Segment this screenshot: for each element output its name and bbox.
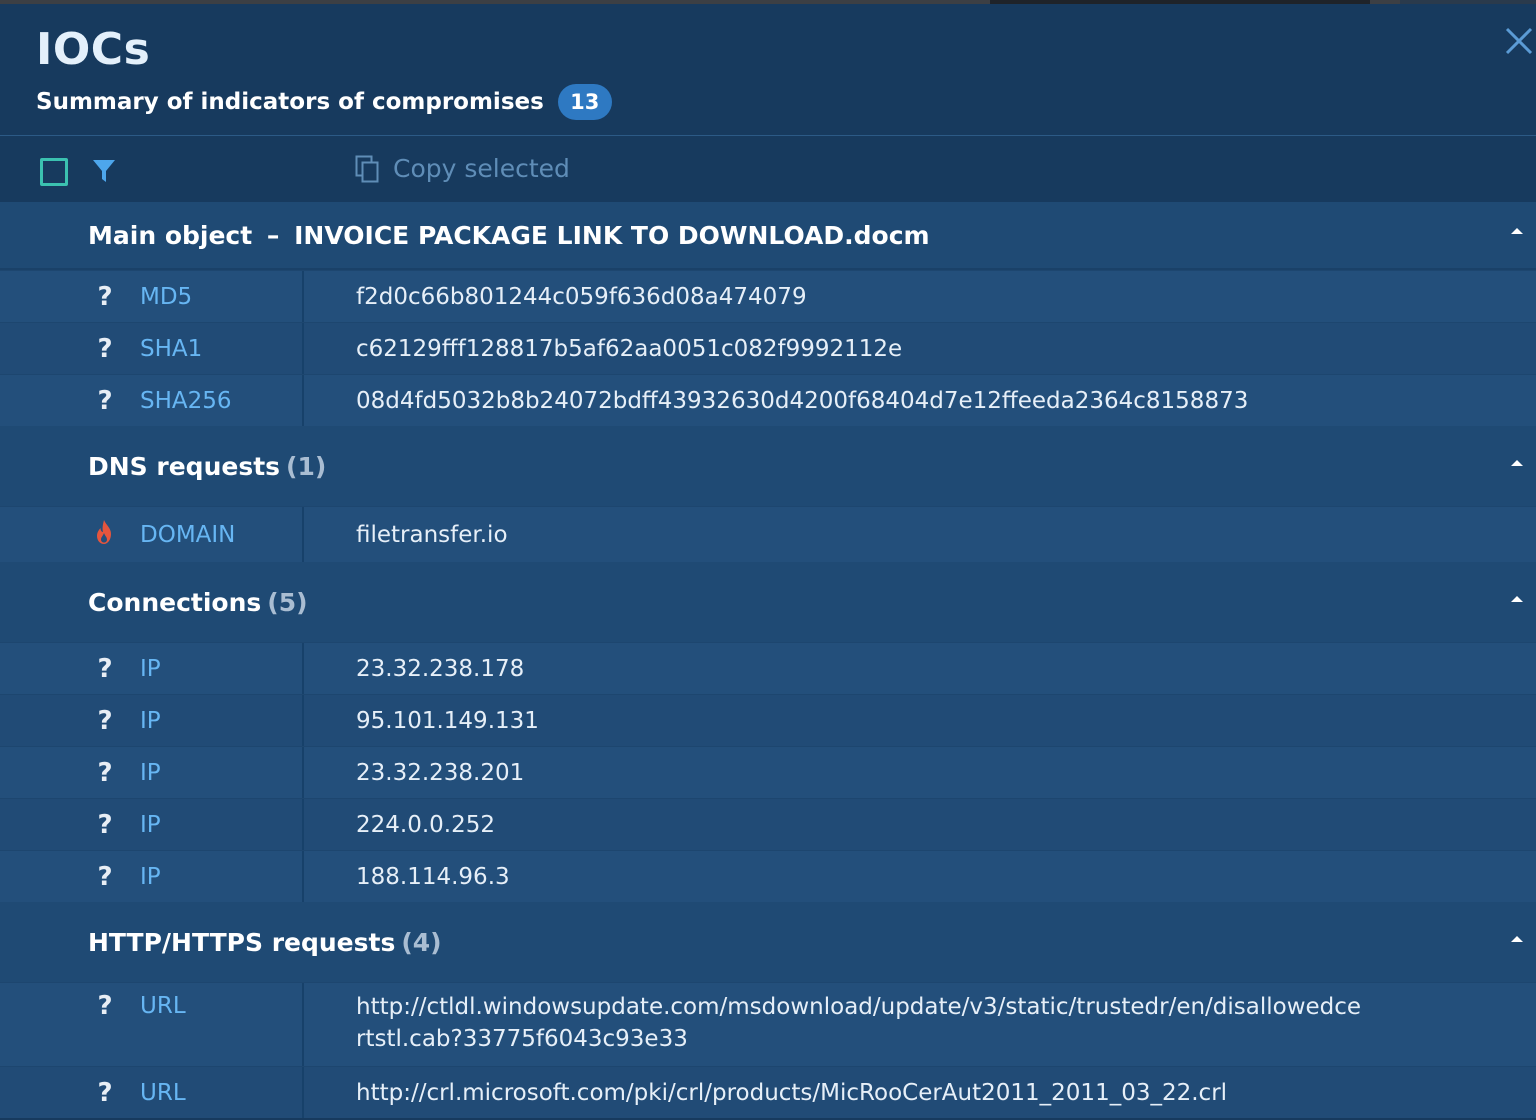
section-main-object[interactable]: Main object – INVOICE PACKAGE LINK TO DO… [0, 202, 1536, 268]
row-divider [302, 695, 304, 746]
row-divider [302, 851, 304, 902]
row-divider [302, 375, 304, 426]
toolbar: Copy selected [0, 136, 1536, 202]
fire-icon [97, 520, 111, 544]
select-all-checkbox[interactable] [40, 158, 68, 186]
chevron-up-icon[interactable] [1510, 458, 1524, 468]
section-dash: – [266, 220, 280, 250]
ioc-value[interactable]: f2d0c66b801244c059f636d08a474079 [356, 281, 1366, 313]
ioc-value[interactable]: 188.114.96.3 [356, 861, 1366, 893]
ioc-value[interactable]: http://ctldl.windowsupdate.com/msdownloa… [356, 991, 1366, 1055]
ioc-type: IP [140, 863, 161, 890]
ioc-value[interactable]: c62129fff128817b5af62aa0051c082f9992112e [356, 333, 1366, 365]
ioc-type: MD5 [140, 283, 193, 310]
ioc-value[interactable]: filetransfer.io [356, 519, 1366, 551]
ioc-type: IP [140, 655, 161, 682]
http-rows: ? URL http://ctldl.windowsupdate.com/msd… [0, 982, 1536, 1118]
ioc-value[interactable]: 08d4fd5032b8b24072bdff43932630d4200f6840… [356, 385, 1366, 417]
ioc-row[interactable]: ? URL http://crl.microsoft.com/pki/crl/p… [0, 1066, 1536, 1118]
row-divider [302, 507, 304, 562]
question-icon: ? [97, 333, 113, 364]
section-count: (5) [267, 587, 308, 617]
ioc-row[interactable]: ? IP 224.0.0.252 [0, 798, 1536, 850]
ioc-row[interactable]: ? IP 23.32.238.201 [0, 746, 1536, 798]
ioc-type: IP [140, 811, 161, 838]
ioc-count-badge: 13 [557, 84, 612, 120]
ioc-value[interactable]: http://crl.microsoft.com/pki/crl/product… [356, 1077, 1366, 1109]
ioc-row[interactable]: ? IP 23.32.238.178 [0, 642, 1536, 694]
ioc-row[interactable]: ? MD5 f2d0c66b801244c059f636d08a474079 [0, 270, 1536, 322]
main-object-name: INVOICE PACKAGE LINK TO DOWNLOAD.docm [294, 220, 930, 250]
ioc-row[interactable]: ? SHA256 08d4fd5032b8b24072bdff43932630d… [0, 374, 1536, 426]
close-icon[interactable] [1504, 26, 1534, 56]
main-object-rows: ? MD5 f2d0c66b801244c059f636d08a474079 ?… [0, 268, 1536, 426]
section-http-requests[interactable]: HTTP/HTTPS requests (4) [0, 902, 1536, 982]
ioc-type: IP [140, 759, 161, 786]
chevron-up-icon[interactable] [1510, 226, 1524, 236]
row-divider [302, 747, 304, 798]
ioc-row[interactable]: DOMAIN filetransfer.io [0, 506, 1536, 562]
question-icon: ? [97, 757, 113, 788]
chevron-up-icon[interactable] [1510, 934, 1524, 944]
row-divider [302, 983, 304, 1066]
iocs-panel: IOCs Summary of indicators of compromise… [0, 4, 1536, 1120]
question-icon: ? [97, 809, 113, 840]
ioc-type: SHA256 [140, 387, 232, 414]
panel-subtitle: Summary of indicators of compromises [36, 89, 544, 115]
section-title: Connections (5) [88, 588, 308, 617]
copy-selected-label: Copy selected [393, 154, 570, 183]
chevron-up-icon[interactable] [1510, 594, 1524, 604]
row-divider [302, 271, 304, 322]
row-divider [302, 643, 304, 694]
subtitle-row: Summary of indicators of compromises 13 [36, 84, 612, 120]
question-icon: ? [97, 385, 113, 416]
section-http-label: HTTP/HTTPS requests [88, 927, 396, 957]
question-icon: ? [97, 1077, 113, 1108]
question-icon: ? [97, 991, 113, 1021]
ioc-value[interactable]: 23.32.238.201 [356, 757, 1366, 789]
ioc-value[interactable]: 23.32.238.178 [356, 653, 1366, 685]
ioc-type: URL [140, 1079, 186, 1106]
ioc-value[interactable]: 95.101.149.131 [356, 705, 1366, 737]
dns-rows: DOMAIN filetransfer.io [0, 506, 1536, 562]
ioc-type: SHA1 [140, 335, 203, 362]
ioc-row[interactable]: ? IP 188.114.96.3 [0, 850, 1536, 902]
section-dns-requests[interactable]: DNS requests (1) [0, 426, 1536, 506]
ioc-type: IP [140, 707, 161, 734]
section-count: (1) [286, 451, 327, 481]
copy-selected-button[interactable]: Copy selected [355, 154, 570, 183]
ioc-value[interactable]: 224.0.0.252 [356, 809, 1366, 841]
row-divider [302, 1067, 304, 1118]
section-main-label: Main object [88, 220, 253, 250]
section-count: (4) [401, 927, 442, 957]
ioc-row[interactable]: ? SHA1 c62129fff128817b5af62aa0051c082f9… [0, 322, 1536, 374]
panel-header: IOCs Summary of indicators of compromise… [0, 4, 1536, 136]
ioc-type: DOMAIN [140, 521, 236, 548]
section-title: Main object – INVOICE PACKAGE LINK TO DO… [88, 221, 930, 250]
question-icon: ? [97, 653, 113, 684]
question-icon: ? [97, 281, 113, 312]
ioc-row[interactable]: ? IP 95.101.149.131 [0, 694, 1536, 746]
ioc-row[interactable]: ? URL http://ctldl.windowsupdate.com/msd… [0, 982, 1536, 1066]
filter-icon[interactable] [92, 158, 116, 184]
section-title: DNS requests (1) [88, 452, 326, 481]
question-icon: ? [97, 705, 113, 736]
copy-icon [355, 155, 379, 182]
connections-rows: ? IP 23.32.238.178 ? IP 95.101.149.131 ?… [0, 642, 1536, 902]
ioc-type: URL [140, 993, 186, 1019]
question-icon: ? [97, 861, 113, 892]
row-divider [302, 323, 304, 374]
section-connections-label: Connections [88, 587, 262, 617]
section-title: HTTP/HTTPS requests (4) [88, 928, 442, 957]
panel-title: IOCs [36, 24, 151, 75]
section-connections[interactable]: Connections (5) [0, 562, 1536, 642]
section-dns-label: DNS requests [88, 451, 281, 481]
row-divider [302, 799, 304, 850]
